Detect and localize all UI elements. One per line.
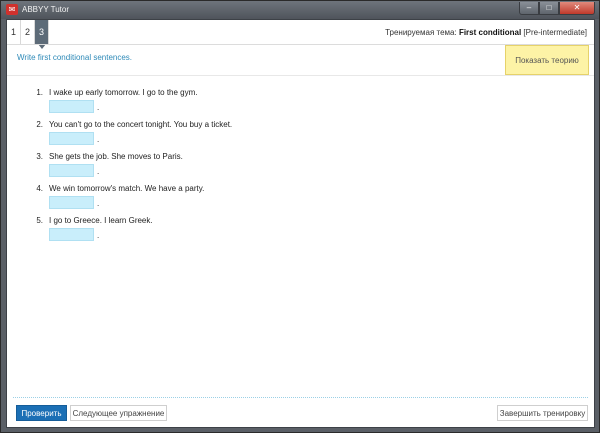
tab-step-3[interactable]: 3 (35, 20, 49, 49)
topic-level: [Pre-intermediate] (523, 28, 587, 37)
exercise-prompt: You can't go to the concert tonight. You… (49, 120, 233, 129)
exercise-instruction: Write first conditional sentences. (17, 53, 133, 62)
exercise-number: 4. (36, 184, 43, 193)
exercise-item: 5. I go to Greece. I learn Greek. . (29, 216, 429, 248)
answer-field[interactable] (49, 164, 94, 177)
finish-training-button[interactable]: Завершить тренировку (497, 405, 588, 421)
exercise-item: 2. You can't go to the concert tonight. … (29, 120, 429, 152)
answer-period: . (97, 167, 100, 176)
close-button[interactable]: ✕ (559, 2, 595, 15)
minimize-button[interactable]: – (519, 2, 539, 15)
answer-field[interactable] (49, 100, 94, 113)
show-theory-button[interactable]: Показать теорию (505, 45, 589, 75)
exercise-item: 3. She gets the job. She moves to Paris.… (29, 152, 429, 184)
instruction-divider (7, 75, 594, 76)
exercise-prompt: We win tomorrow's match. We have a party… (49, 184, 205, 193)
answer-period: . (97, 135, 100, 144)
footer-divider (13, 397, 588, 398)
main-panel: 1 2 3 Тренируемая тема: First conditiona… (6, 19, 595, 428)
answer-period: . (97, 103, 100, 112)
answer-field[interactable] (49, 228, 94, 241)
exercise-item: 1. I wake up early tomorrow. I go to the… (29, 88, 429, 120)
topic-label: Тренируемая тема: First conditional [Pre… (385, 28, 587, 37)
check-button[interactable]: Проверить (16, 405, 67, 421)
answer-period: . (97, 199, 100, 208)
topic-name: First conditional (458, 28, 522, 37)
exercise-number: 2. (36, 120, 43, 129)
tab-step-1[interactable]: 1 (7, 20, 21, 44)
title-bar[interactable]: ✉ ABBYY Tutor – □ ✕ (1, 1, 599, 19)
next-exercise-button[interactable]: Следующее упражнение (70, 405, 167, 421)
exercise-prompt: I wake up early tomorrow. I go to the gy… (49, 88, 198, 97)
exercise-prompt: She gets the job. She moves to Paris. (49, 152, 183, 161)
exercise-list: 1. I wake up early tomorrow. I go to the… (29, 88, 429, 248)
step-tabs: 1 2 3 (7, 20, 49, 49)
answer-field[interactable] (49, 132, 94, 145)
exercise-number: 3. (36, 152, 43, 161)
app-window: ✉ ABBYY Tutor – □ ✕ 1 2 3 Тренируемая те… (0, 0, 600, 433)
answer-period: . (97, 231, 100, 240)
maximize-button[interactable]: □ (539, 2, 559, 15)
exercise-number: 5. (36, 216, 43, 225)
tab-step-2[interactable]: 2 (21, 20, 35, 44)
window-controls: – □ ✕ (519, 2, 595, 16)
exercise-prompt: I go to Greece. I learn Greek. (49, 216, 153, 225)
topic-prefix: Тренируемая тема: (385, 28, 457, 37)
window-title: ABBYY Tutor (22, 5, 69, 14)
exercise-number: 1. (36, 88, 43, 97)
abbyy-app-icon[interactable]: ✉ (6, 4, 18, 15)
answer-field[interactable] (49, 196, 94, 209)
exercise-item: 4. We win tomorrow's match. We have a pa… (29, 184, 429, 216)
